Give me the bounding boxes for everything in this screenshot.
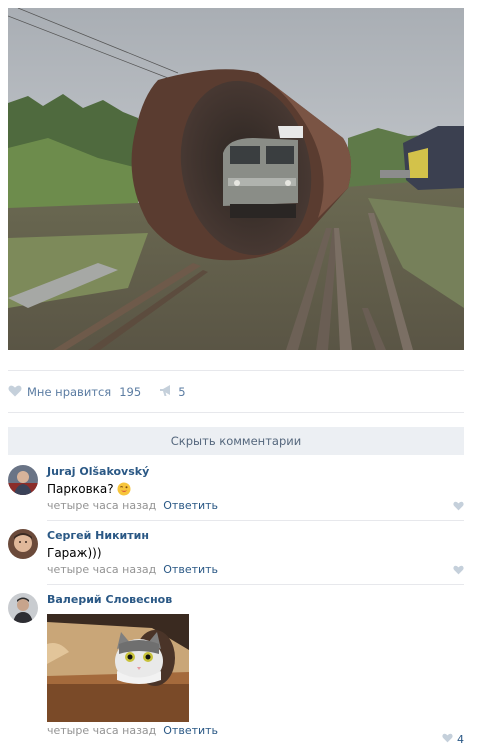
- like-count: 195: [119, 385, 142, 399]
- comment-author[interactable]: Сергей Никитин: [47, 529, 464, 543]
- comment-item: Валерий Словеснов четыре часа назад Отве…: [8, 593, 464, 753]
- comment-photo[interactable]: [47, 614, 189, 722]
- winking-face-emoji-icon: [117, 482, 131, 496]
- avatar[interactable]: [8, 529, 38, 559]
- comment-time[interactable]: четыре часа назад: [47, 499, 156, 512]
- comment-time[interactable]: четыре часа назад: [47, 563, 156, 576]
- avatar[interactable]: [8, 465, 38, 495]
- divider: [47, 584, 464, 585]
- comment-meta: четыре часа назад Ответить: [47, 724, 464, 738]
- reply-button[interactable]: Ответить: [163, 724, 218, 737]
- reply-button[interactable]: Ответить: [163, 499, 218, 512]
- comment-text: Гараж))): [47, 546, 102, 560]
- comment-text: Парковка?: [47, 482, 114, 496]
- comment-time[interactable]: четыре часа назад: [47, 724, 156, 737]
- heart-icon: [453, 564, 464, 578]
- megaphone-icon: [159, 384, 173, 400]
- heart-icon: [442, 732, 453, 746]
- divider: [8, 370, 464, 371]
- avatar[interactable]: [8, 593, 38, 623]
- reply-button[interactable]: Ответить: [163, 563, 218, 576]
- post-actions: Мне нравится 195 5: [8, 380, 186, 404]
- post-photo[interactable]: [8, 8, 464, 350]
- comment-meta: четыре часа назад Ответить: [47, 563, 464, 577]
- comment-item: Juraj Olšakovský Парковка? четыре часа н…: [8, 465, 464, 513]
- like-button[interactable]: Мне нравится 195: [8, 385, 141, 400]
- heart-icon: [453, 500, 464, 514]
- comment-author[interactable]: Juraj Olšakovský: [47, 465, 464, 479]
- share-count: 5: [178, 385, 186, 399]
- divider: [8, 412, 464, 413]
- comment-like-button[interactable]: [453, 500, 464, 514]
- comment-like-count: 4: [457, 732, 464, 746]
- comment-author[interactable]: Валерий Словеснов: [47, 593, 464, 607]
- comment-item: Сергей Никитин Гараж))) четыре часа наза…: [8, 529, 464, 577]
- share-button[interactable]: 5: [159, 384, 186, 400]
- comment-text-row: Парковка?: [47, 481, 464, 497]
- heart-icon: [8, 385, 22, 400]
- divider: [47, 520, 464, 521]
- comment-like-button[interactable]: [453, 564, 464, 578]
- comment-meta: четыре часа назад Ответить: [47, 499, 464, 513]
- comment-like-button[interactable]: 4: [442, 732, 464, 746]
- like-label: Мне нравится: [27, 385, 112, 399]
- hide-comments-button[interactable]: Скрыть комментарии: [8, 427, 464, 455]
